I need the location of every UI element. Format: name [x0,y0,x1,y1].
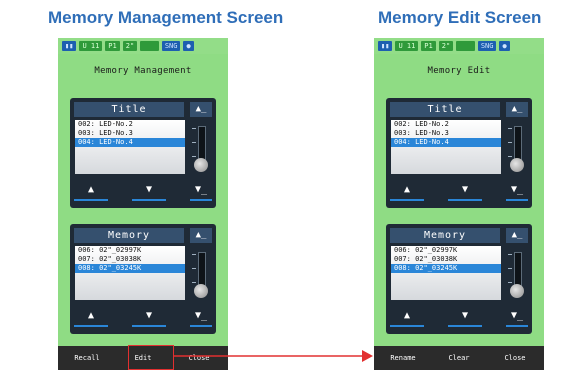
status-blank [140,41,159,51]
list-item[interactable]: 002: LED-No.2 [75,120,185,129]
bottom-toolbar: Rename Clear Close [374,346,544,370]
status-icon: ● [183,41,194,51]
scroll-tick [508,254,512,255]
up-arrow-button[interactable]: ▲ [74,307,108,327]
scrollbar[interactable] [506,120,528,174]
scroll-to-top-button[interactable]: ▲̲ [190,228,212,243]
list-item[interactable]: 007: 02"_03038K [75,255,185,264]
up-arrow-button[interactable]: ▲ [390,181,424,201]
left-screen-caption: Memory Management Screen [48,8,284,27]
scroll-tick [192,268,196,269]
status-shutter: U 11 [79,41,103,51]
close-button[interactable]: Close [176,347,222,369]
battery-icon: ▮▮ [62,41,77,51]
status-preset: P1 [421,41,436,51]
scroll-tick [508,156,512,157]
recall-button[interactable]: Recall [64,347,110,369]
scroll-track [514,252,522,288]
scroll-knob[interactable] [194,284,208,298]
title-panel: Title ▲̲ 002: LED-No.2 003: LED-No.3 004… [386,98,532,208]
down-arrow-button[interactable]: ▼ [132,307,166,327]
down-arrow-button[interactable]: ▼ [448,181,482,201]
right-screen-caption: Memory Edit Screen [378,8,542,27]
screen-title: Memory Management [94,66,192,76]
status-preset: P1 [105,41,120,51]
title-list[interactable]: 002: LED-No.2 003: LED-No.3 004: LED-No.… [391,120,501,174]
scroll-tick [508,128,512,129]
edit-button-highlight [128,345,174,370]
memory-panel-controls: ▲ ▼ ▼̲ [390,306,528,328]
title-panel-header: Title [390,102,500,117]
screen-title: Memory Edit [427,66,491,76]
down-arrow-button[interactable]: ▼ [132,181,166,201]
up-arrow-button[interactable]: ▲ [390,307,424,327]
list-item-selected[interactable]: 008: 02"_03245K [75,264,185,273]
memory-management-screen: ▮▮ U 11 P1 2" SNG ● Memory Management Ti… [58,38,228,370]
list-item[interactable]: 007: 02"_03038K [391,255,501,264]
memory-panel-header: Memory [74,228,184,243]
scrollbar[interactable] [506,246,528,300]
scroll-tick [192,128,196,129]
clear-button[interactable]: Clear [436,347,482,369]
memory-list[interactable]: 006: 02"_02997K 007: 02"_03038K 008: 02"… [391,246,501,300]
scrollbar[interactable] [190,120,212,174]
close-button[interactable]: Close [492,347,538,369]
scroll-tick [508,282,512,283]
scroll-to-bottom-button[interactable]: ▼̲ [506,181,528,201]
scroll-track [198,126,206,162]
title-panel: Title ▲̲ 002: LED-No.2 003: LED-No.3 004… [70,98,216,208]
scroll-track [198,252,206,288]
up-arrow-button[interactable]: ▲ [74,181,108,201]
scroll-to-bottom-button[interactable]: ▼̲ [506,307,528,327]
scroll-track [514,126,522,162]
list-item-selected[interactable]: 008: 02"_03245K [391,264,501,273]
status-blank [456,41,475,51]
arrow-head-icon [362,350,373,362]
scroll-to-bottom-button[interactable]: ▼̲ [190,307,212,327]
list-item-selected[interactable]: 004: LED-No.4 [75,138,185,147]
scroll-tick [508,142,512,143]
status-bar: ▮▮ U 11 P1 2" SNG ● [58,38,228,54]
scroll-knob[interactable] [510,284,524,298]
status-shutter: U 11 [395,41,419,51]
battery-icon: ▮▮ [378,41,393,51]
title-list[interactable]: 002: LED-No.2 003: LED-No.3 004: LED-No.… [75,120,185,174]
scroll-to-bottom-button[interactable]: ▼̲ [190,181,212,201]
memory-panel-controls: ▲ ▼ ▼̲ [74,306,212,328]
scroll-tick [192,282,196,283]
scroll-knob[interactable] [194,158,208,172]
down-arrow-button[interactable]: ▼ [448,307,482,327]
memory-edit-screen: ▮▮ U 11 P1 2" SNG ● Memory Edit Title ▲̲… [374,38,544,370]
memory-panel-header: Memory [390,228,500,243]
status-bar: ▮▮ U 11 P1 2" SNG ● [374,38,544,54]
status-icon: ● [499,41,510,51]
scroll-tick [508,268,512,269]
memory-panel: Memory ▲̲ 006: 02"_02997K 007: 02"_03038… [70,224,216,334]
list-item-selected[interactable]: 004: LED-No.4 [391,138,501,147]
rename-button[interactable]: Rename [380,347,426,369]
memory-list[interactable]: 006: 02"_02997K 007: 02"_03038K 008: 02"… [75,246,185,300]
status-mode: SNG [161,41,181,51]
list-item[interactable]: 003: LED-No.3 [391,129,501,138]
scroll-to-top-button[interactable]: ▲̲ [190,102,212,117]
status-angle: 2" [122,41,138,51]
scroll-tick [192,254,196,255]
scroll-tick [192,142,196,143]
scroll-to-top-button[interactable]: ▲̲ [506,102,528,117]
status-mode: SNG [477,41,497,51]
list-item[interactable]: 006: 02"_02997K [391,246,501,255]
memory-panel: Memory ▲̲ 006: 02"_02997K 007: 02"_03038… [386,224,532,334]
scrollbar[interactable] [190,246,212,300]
scroll-knob[interactable] [510,158,524,172]
scroll-to-top-button[interactable]: ▲̲ [506,228,528,243]
list-item[interactable]: 003: LED-No.3 [75,129,185,138]
list-item[interactable]: 002: LED-No.2 [391,120,501,129]
title-panel-header: Title [74,102,184,117]
title-panel-controls: ▲ ▼ ▼̲ [390,180,528,202]
status-angle: 2" [438,41,454,51]
scroll-tick [192,156,196,157]
list-item[interactable]: 006: 02"_02997K [75,246,185,255]
title-panel-controls: ▲ ▼ ▼̲ [74,180,212,202]
